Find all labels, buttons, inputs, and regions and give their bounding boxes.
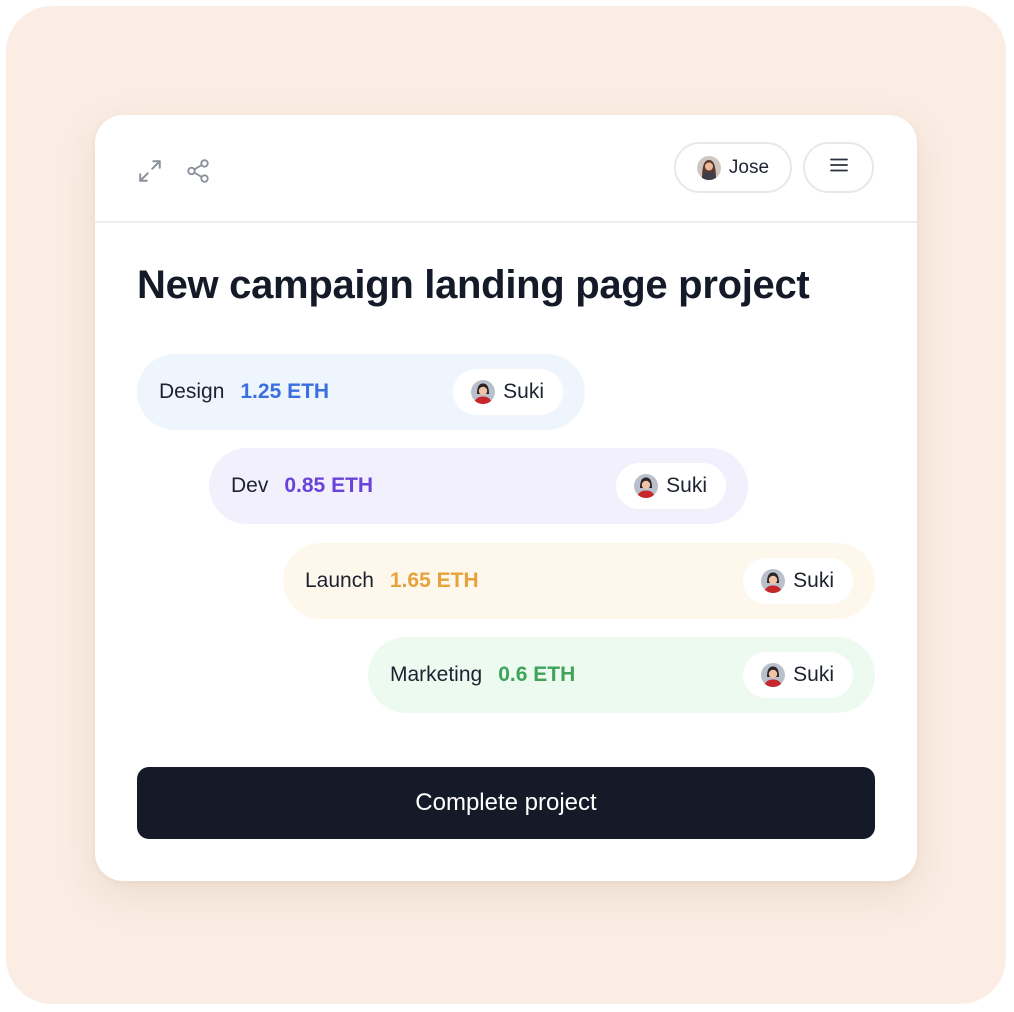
assignee-chip[interactable]: Suki	[743, 558, 853, 604]
task-label: Launch	[305, 569, 374, 592]
user-name: Jose	[728, 156, 770, 178]
assignee-avatar	[761, 663, 786, 687]
assignee-avatar	[471, 380, 496, 404]
user-avatar	[696, 155, 721, 180]
task-row-dev[interactable]: Dev 0.85 ETH Suki	[209, 448, 748, 524]
user-menu-button[interactable]: Jose	[674, 142, 792, 193]
assignee-name: Suki	[793, 663, 834, 686]
assignee-name: Suki	[503, 380, 544, 403]
task-label: Dev	[231, 474, 269, 497]
task-row-launch[interactable]: Launch 1.65 ETH Suki	[283, 543, 875, 619]
assignee-name: Suki	[793, 569, 834, 592]
task-amount: 1.65 ETH	[389, 569, 479, 592]
task-label: Marketing	[390, 663, 483, 686]
task-amount: 0.85 ETH	[284, 474, 374, 497]
assignee-chip[interactable]: Suki	[743, 652, 853, 698]
task-row-marketing[interactable]: Marketing 0.6 ETH Suki	[368, 637, 875, 713]
complete-project-button[interactable]: Complete project	[137, 767, 875, 839]
expand-icon[interactable]	[136, 157, 164, 185]
assignee-chip[interactable]: Suki	[616, 463, 726, 509]
assignee-avatar	[634, 474, 659, 498]
project-title: New campaign landing page project	[137, 263, 810, 307]
assignee-chip[interactable]: Suki	[453, 369, 563, 415]
card-header: Jose	[95, 115, 917, 223]
task-row-design[interactable]: Design 1.25 ETH Suki	[137, 354, 585, 430]
project-card: Jose New campaign landing page project D…	[95, 115, 917, 881]
share-icon[interactable]	[184, 157, 212, 185]
menu-button[interactable]	[803, 142, 874, 193]
assignee-name: Suki	[666, 474, 707, 497]
assignee-avatar	[761, 569, 786, 593]
task-label: Design	[159, 380, 225, 403]
task-amount: 1.25 ETH	[240, 380, 330, 403]
task-amount: 0.6 ETH	[498, 663, 576, 686]
hamburger-menu-icon	[829, 157, 849, 178]
